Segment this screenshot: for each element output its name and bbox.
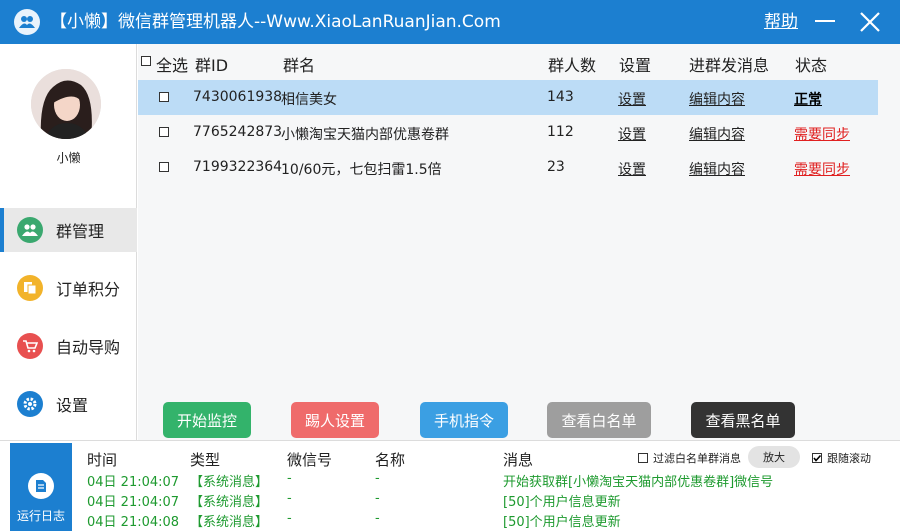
log-header-time: 时间 (87, 451, 118, 469)
edit-content-link[interactable]: 编辑内容 (689, 89, 745, 109)
log-type: 【系统消息】 (190, 475, 269, 490)
header-status: 状态 (795, 56, 828, 75)
header-group-name: 群名 (283, 56, 316, 75)
run-log-tab[interactable]: 运行日志 (10, 443, 72, 531)
row-checkbox[interactable] (159, 162, 169, 172)
member-count: 143 (547, 89, 574, 105)
log-message: [50]个用户信息更新 (503, 515, 621, 530)
title-bar: 【小懒】微信群管理机器人--Www.XiaoLanRuanJian.Com 帮助 (0, 0, 900, 44)
header-welcome-message: 进群发消息 (689, 56, 770, 75)
log-header-type: 类型 (190, 451, 221, 469)
header-select-all: 全选 (156, 56, 189, 75)
order-icon (17, 275, 43, 301)
log-time: 04日 21:04:07 (87, 495, 180, 510)
close-button[interactable] (858, 10, 882, 34)
log-name: - (375, 511, 380, 526)
sidebar-item-label: 订单积分 (56, 280, 121, 299)
kick-settings-button[interactable]: 踢人设置 (291, 402, 379, 438)
edit-content-link[interactable]: 编辑内容 (689, 159, 745, 179)
log-type: 【系统消息】 (190, 515, 269, 530)
group-id: 7199322364 (193, 159, 283, 175)
table-row[interactable]: 7430061938 相信美女 143 设置 编辑内容 正常 (138, 80, 878, 115)
sidebar-item-label: 自动导购 (56, 338, 121, 357)
group-id: 7430061938 (193, 89, 283, 105)
follow-scroll-label: 跟随滚动 (827, 452, 871, 465)
table-row[interactable]: 7199322364 10/60元，七包扫雷1.5倍 23 设置 编辑内容 需要… (138, 150, 878, 185)
group-name: 小懒淘宝天猫内部优惠卷群 (281, 127, 449, 143)
window-title: 【小懒】微信群管理机器人--Www.XiaoLanRuanJian.Com (50, 12, 501, 32)
sidebar-item-label: 群管理 (56, 222, 105, 241)
avatar[interactable] (31, 69, 101, 139)
log-name: - (375, 471, 380, 486)
log-panel: 运行日志 时间 类型 微信号 名称 消息 过滤白名单群消息 放大 跟随滚动 04… (0, 440, 900, 531)
group-table: 全选 群ID 群名 群人数 设置 进群发消息 状态 7430061938 相信美… (138, 44, 900, 440)
zoom-button[interactable]: 放大 (748, 446, 800, 468)
status-badge[interactable]: 需要同步 (794, 159, 850, 179)
sidebar-item-order-points[interactable]: 订单积分 (0, 266, 137, 310)
log-header-message: 消息 (503, 451, 534, 469)
header-members: 群人数 (548, 56, 597, 75)
run-log-label: 运行日志 (16, 509, 65, 523)
minimize-button[interactable] (815, 20, 835, 22)
users-icon (17, 217, 43, 243)
header-group-id: 群ID (195, 56, 229, 75)
filter-whitelist-label: 过滤白名单群消息 (653, 452, 741, 465)
checkmark-icon (813, 454, 822, 462)
document-icon (28, 473, 54, 499)
sidebar-item-settings[interactable]: 设置 (0, 382, 137, 426)
status-badge[interactable]: 需要同步 (794, 124, 850, 144)
filter-whitelist-option[interactable]: 过滤白名单群消息 (638, 450, 741, 466)
table-row[interactable]: 7765242873 小懒淘宝天猫内部优惠卷群 112 设置 编辑内容 需要同步 (138, 115, 878, 150)
log-header-name: 名称 (375, 451, 406, 469)
app-logo-icon (14, 9, 40, 35)
group-id: 7765242873 (193, 124, 283, 140)
row-checkbox[interactable] (159, 127, 169, 137)
sidebar-item-auto-guide[interactable]: 自动导购 (0, 324, 137, 368)
filter-whitelist-checkbox[interactable] (638, 453, 648, 463)
log-header-wechat: 微信号 (287, 451, 333, 469)
log-time: 04日 21:04:08 (87, 515, 180, 530)
table-header: 全选 群ID 群名 群人数 设置 进群发消息 状态 (138, 44, 878, 80)
follow-scroll-option[interactable]: 跟随滚动 (812, 450, 871, 466)
member-count: 23 (547, 159, 565, 175)
settings-link[interactable]: 设置 (618, 124, 646, 144)
close-icon (860, 12, 880, 32)
log-message: 开始获取群[小懒淘宝天猫内部优惠卷群]微信号 (503, 475, 774, 490)
help-link[interactable]: 帮助 (764, 10, 798, 34)
log-wechat: - (287, 511, 292, 526)
group-name: 10/60元，七包扫雷1.5倍 (281, 162, 442, 178)
log-time: 04日 21:04:07 (87, 475, 180, 490)
status-badge[interactable]: 正常 (794, 89, 822, 109)
cart-icon (17, 333, 43, 359)
sidebar-item-label: 设置 (56, 396, 89, 415)
edit-content-link[interactable]: 编辑内容 (689, 124, 745, 144)
username: 小懒 (56, 151, 81, 165)
start-monitor-button[interactable]: 开始监控 (163, 402, 251, 438)
phone-command-button[interactable]: 手机指令 (420, 402, 508, 438)
row-checkbox[interactable] (159, 92, 169, 102)
sidebar: 小懒 群管理 订单积分 自动导购 设置 (0, 44, 137, 440)
sidebar-item-group-management[interactable]: 群管理 (0, 208, 137, 252)
header-settings: 设置 (619, 56, 652, 75)
log-name: - (375, 491, 380, 506)
follow-scroll-checkbox[interactable] (812, 453, 822, 463)
log-wechat: - (287, 491, 292, 506)
view-blacklist-button[interactable]: 查看黑名单 (691, 402, 795, 438)
log-wechat: - (287, 471, 292, 486)
group-name: 相信美女 (281, 92, 337, 108)
log-type: 【系统消息】 (190, 495, 269, 510)
gear-icon (17, 391, 43, 417)
view-whitelist-button[interactable]: 查看白名单 (547, 402, 651, 438)
log-message: [50]个用户信息更新 (503, 495, 621, 510)
settings-link[interactable]: 设置 (618, 89, 646, 109)
member-count: 112 (547, 124, 574, 140)
settings-link[interactable]: 设置 (618, 159, 646, 179)
select-all-checkbox[interactable] (141, 56, 151, 66)
